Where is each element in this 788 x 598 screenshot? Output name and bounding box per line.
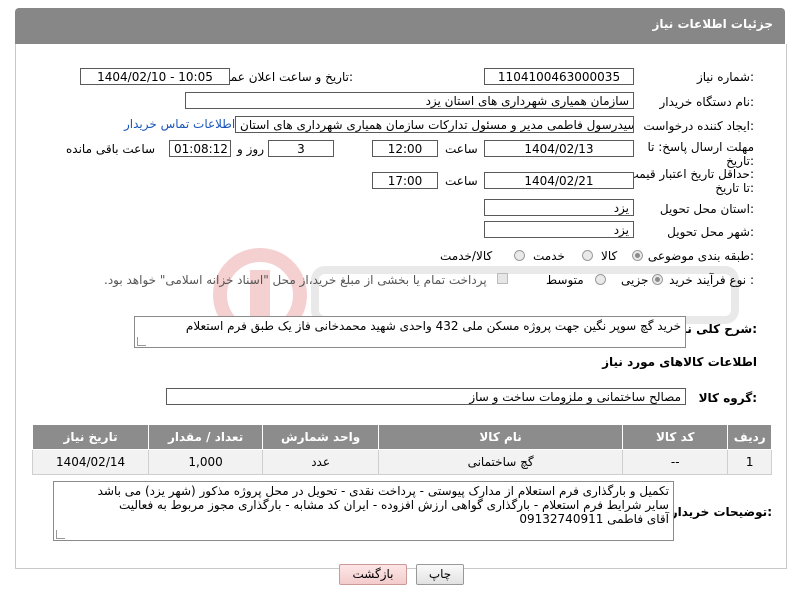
deadline-date-field: 1404/02/13 bbox=[484, 140, 634, 157]
contact-info-link[interactable]: اطلاعات تماس خریدار bbox=[124, 117, 235, 131]
category-label: طبقه بندی موضوعی: bbox=[647, 249, 754, 263]
deadline-label: مهلت ارسال پاسخ: تا bbox=[647, 140, 754, 154]
need-number-field: 1104100463000035 bbox=[484, 68, 634, 85]
requester-field: سیدرسول فاطمی مدیر و مسئول تدارکات سازما… bbox=[235, 116, 634, 133]
validity-time-field: 17:00 bbox=[372, 172, 438, 189]
col-code: کد کالا bbox=[622, 424, 729, 450]
notes-line-1: تکمیل و بارگذاری فرم استعلام از مدارک پی… bbox=[97, 484, 669, 498]
buyer-org-field: سازمان همیاری شهرداری های استان یزد bbox=[185, 92, 634, 109]
col-row: ردیف bbox=[727, 424, 772, 450]
process-option-medium: متوسط bbox=[546, 273, 584, 287]
buyer-org-label: نام دستگاه خریدار: bbox=[659, 95, 755, 109]
col-unit: واحد شمارش bbox=[262, 424, 380, 450]
col-date: تاریخ نیاز bbox=[31, 424, 150, 450]
description-text: خرید گچ سوپر نگین جهت پروژه مسکن ملی 432… bbox=[185, 319, 681, 333]
print-button[interactable]: چاپ bbox=[416, 564, 464, 585]
process-radio-medium[interactable] bbox=[595, 274, 606, 285]
col-name: نام کالا bbox=[378, 424, 624, 450]
back-button[interactable]: بازگشت bbox=[339, 564, 407, 585]
page-title: جزئیات اطلاعات نیاز bbox=[652, 17, 773, 31]
cell-date: 1404/02/14 bbox=[31, 449, 150, 475]
process-option-minor: جزیی bbox=[621, 273, 649, 287]
category-radio-goods[interactable] bbox=[632, 250, 643, 261]
days-label: روز و bbox=[237, 142, 264, 156]
validity-time-label: ساعت bbox=[445, 174, 478, 188]
notes-textarea[interactable]: تکمیل و بارگذاری فرم استعلام از مدارک پی… bbox=[53, 481, 674, 541]
validity-date-field: 1404/02/21 bbox=[484, 172, 634, 189]
payment-note: پرداخت تمام یا بخشی از مبلغ خرید،از محل … bbox=[104, 273, 487, 287]
cell-row: 1 bbox=[727, 449, 772, 475]
goods-table: ردیف کد کالا نام کالا واحد شمارش تعداد /… bbox=[31, 424, 772, 475]
announce-field: 1404/02/10 - 10:05 bbox=[80, 68, 230, 85]
cell-code: -- bbox=[622, 449, 729, 475]
category-option-service: خدمت bbox=[533, 249, 565, 263]
category-option-goods: کالا bbox=[601, 249, 618, 263]
description-textarea[interactable]: خرید گچ سوپر نگین جهت پروژه مسکن ملی 432… bbox=[134, 316, 686, 348]
panel-header: جزئیات اطلاعات نیاز bbox=[15, 8, 785, 44]
notes-label: توضیحات خریدار: bbox=[670, 505, 772, 519]
category-option-both: کالا/خدمت bbox=[440, 249, 493, 263]
process-radio-minor[interactable] bbox=[652, 274, 663, 285]
resize-handle-icon[interactable] bbox=[137, 337, 146, 346]
time-remaining-field: 01:08:12 bbox=[169, 140, 231, 157]
goods-group-field: مصالح ساختمانی و ملزومات ساخت و ساز bbox=[166, 388, 686, 405]
notes-line-3: آقای فاطمی 09132740911 bbox=[519, 512, 669, 526]
goods-table-header: ردیف کد کالا نام کالا واحد شمارش تعداد /… bbox=[31, 424, 772, 450]
province-label: استان محل تحویل: bbox=[659, 202, 754, 216]
notes-line-2: سایر شرایط فرم استعلام - بارگذاری گواهی … bbox=[118, 498, 669, 512]
goods-group-label: گروه کالا: bbox=[698, 391, 757, 405]
city-label: شهر محل تحویل: bbox=[667, 225, 754, 239]
requester-label: ایجاد کننده درخواست: bbox=[643, 119, 754, 133]
province-field: یزد bbox=[484, 199, 634, 216]
process-label: نوع فرآیند خرید : bbox=[669, 273, 754, 287]
need-number-label: شماره نیاز: bbox=[696, 70, 754, 84]
cell-qty: 1,000 bbox=[148, 449, 264, 475]
validity-label: حداقل تاریخ اعتبار قیمت: bbox=[627, 167, 754, 181]
deadline-time-field: 12:00 bbox=[372, 140, 438, 157]
col-qty: تعداد / مقدار bbox=[148, 424, 264, 450]
cell-unit: عدد bbox=[262, 449, 380, 475]
table-row: 1 -- گچ ساختمانی عدد 1,000 1404/02/14 bbox=[31, 449, 772, 475]
resize-handle-icon[interactable] bbox=[56, 530, 65, 539]
days-remaining-field: 3 bbox=[268, 140, 334, 157]
treasury-checkbox[interactable] bbox=[497, 273, 508, 284]
time-remaining-label: ساعت باقی مانده bbox=[66, 142, 156, 156]
category-radio-both[interactable] bbox=[514, 250, 525, 261]
validity-label-date: تا تاریخ: bbox=[715, 181, 754, 195]
cell-name: گچ ساختمانی bbox=[378, 449, 624, 475]
category-radio-service[interactable] bbox=[582, 250, 593, 261]
deadline-time-label: ساعت bbox=[445, 142, 478, 156]
goods-section-title: اطلاعات کالاهای مورد نیاز bbox=[602, 355, 757, 369]
deadline-label-date: تاریخ: bbox=[726, 154, 754, 168]
city-field: یزد bbox=[484, 221, 634, 238]
